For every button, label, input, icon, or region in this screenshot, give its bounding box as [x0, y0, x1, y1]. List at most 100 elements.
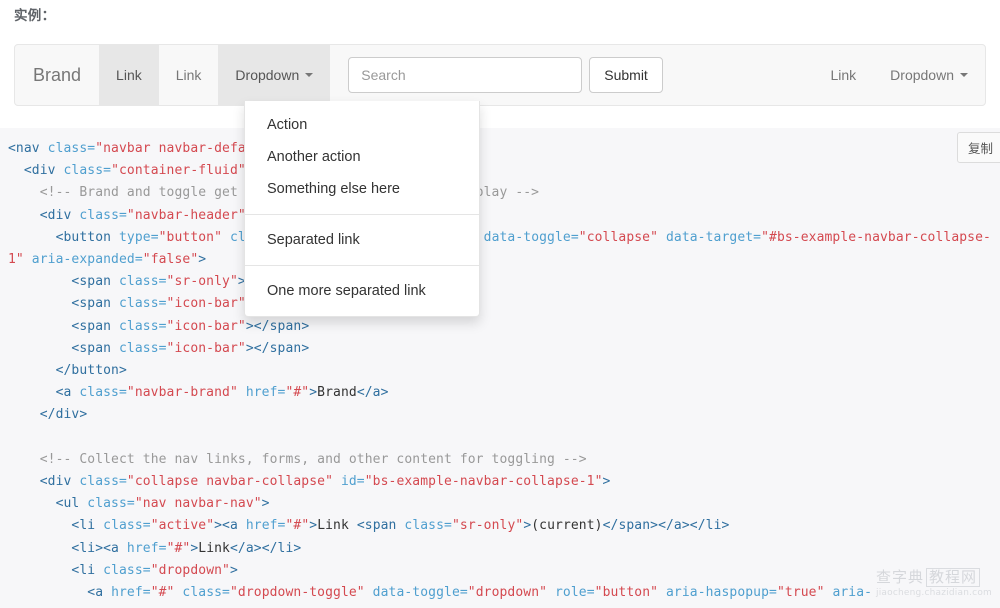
code-token: href= [127, 541, 167, 556]
code-token: <div [8, 208, 79, 223]
code-token: <!-- Collect the nav links, forms, and o… [8, 452, 587, 467]
dropdown-item-one-more-separated-link[interactable]: One more separated link [245, 275, 479, 307]
code-token: "navbar-brand" [127, 385, 238, 400]
code-token: ><a [214, 518, 246, 533]
search-input[interactable] [348, 57, 582, 93]
code-token: </div> [8, 407, 87, 422]
code-token: "icon-bar" [167, 341, 246, 356]
dropdown-divider [245, 265, 479, 266]
section-label: 实例： [14, 6, 55, 26]
navbar-link-2[interactable]: Link [159, 45, 219, 105]
code-token: </a></li> [230, 541, 301, 556]
code-token: <a [8, 585, 111, 600]
code-token: data-target= [658, 230, 761, 245]
code-token: class= [64, 163, 112, 178]
navbar-brand[interactable]: Brand [15, 45, 99, 105]
code-token: "collapse" [579, 230, 658, 245]
code-token: Link [317, 518, 357, 533]
navbar-right-dropdown-toggle[interactable]: Dropdown [873, 45, 985, 105]
code-token: "sr-only" [452, 518, 523, 533]
code-token: role= [547, 585, 595, 600]
code-token: </a> [357, 385, 389, 400]
code-token: "#" [285, 518, 309, 533]
dropdown-item-something-else-here[interactable]: Something else here [245, 173, 479, 205]
code-source: <nav class="navbar navbar-default"> <div… [0, 128, 1000, 608]
code-token: "dropdown-toggle" [230, 585, 365, 600]
code-token: <li [8, 518, 103, 533]
code-token: ></span> [246, 319, 309, 334]
code-token: href= [246, 518, 286, 533]
code-token: class= [79, 385, 127, 400]
code-token: href= [111, 585, 151, 600]
code-token: "true" [777, 585, 825, 600]
code-token: "active" [151, 518, 214, 533]
caret-down-icon [960, 73, 968, 77]
code-token: <span [8, 296, 119, 311]
code-token: (current) [531, 518, 602, 533]
code-token: type= [119, 230, 159, 245]
dropdown-divider [245, 214, 479, 215]
code-token: class= [103, 518, 151, 533]
dropdown-menu-open: Action Another action Something else her… [244, 101, 480, 317]
code-token: data-toggle= [365, 585, 468, 600]
code-token: "nav navbar-nav" [135, 496, 262, 511]
code-token: <div [8, 474, 79, 489]
code-token: "button" [595, 585, 658, 600]
submit-button[interactable]: Submit [589, 57, 663, 93]
code-token: "#" [167, 541, 191, 556]
code-token: "dropdown" [151, 563, 230, 578]
navbar-link-1[interactable]: Link [99, 45, 159, 105]
code-token: <div [8, 163, 64, 178]
dropdown-item-another-action[interactable]: Another action [245, 141, 479, 173]
code-token: </span></a></li> [603, 518, 730, 533]
code-token: "button" [159, 230, 222, 245]
code-token: href= [238, 385, 286, 400]
code-token: aria-expanded= [24, 252, 143, 267]
code-token: data-toggle= [476, 230, 579, 245]
navbar-dropdown-toggle[interactable]: Dropdown [218, 45, 330, 105]
code-token: "navbar-header" [127, 208, 246, 223]
code-block: 复制 <nav class="navbar navbar-default"> <… [0, 128, 1000, 608]
code-token: id= [333, 474, 365, 489]
code-token: > [309, 518, 317, 533]
code-token: "#" [285, 385, 309, 400]
code-token: <li><a [8, 541, 127, 556]
code-token: "#" [151, 585, 175, 600]
code-token: > [262, 496, 270, 511]
code-token: class= [119, 319, 167, 334]
code-token: Link [198, 541, 230, 556]
code-token: <span [8, 319, 119, 334]
code-token: "collapse navbar-collapse" [127, 474, 333, 489]
navbar-right-dropdown-label: Dropdown [890, 67, 954, 83]
code-token: "icon-bar" [167, 319, 246, 334]
code-token: class= [79, 474, 127, 489]
navbar-right-link-label: Link [830, 67, 856, 83]
code-token: class= [404, 518, 452, 533]
code-token: "container-fluid" [111, 163, 246, 178]
code-token: > [309, 385, 317, 400]
code-token: <nav [8, 141, 48, 156]
navbar-right-link[interactable]: Link [813, 45, 873, 105]
code-token: class= [119, 296, 167, 311]
navbar-right-group: Link Dropdown [813, 45, 985, 105]
code-token: class= [119, 341, 167, 356]
navbar-link-1-label: Link [116, 67, 142, 83]
navbar-preview: Brand Link Link Dropdown Submit Link Dro… [14, 44, 986, 106]
code-token: "sr-only" [167, 274, 238, 289]
code-token: aria-haspopup= [658, 585, 777, 600]
code-token: > [603, 474, 611, 489]
dropdown-item-action[interactable]: Action [245, 109, 479, 141]
code-token: "false" [143, 252, 199, 267]
code-token: <span [357, 518, 405, 533]
code-token: "bs-example-navbar-collapse-1" [365, 474, 603, 489]
navbar-dropdown-toggle-label: Dropdown [235, 67, 299, 83]
dropdown-item-separated-link[interactable]: Separated link [245, 224, 479, 256]
code-token: class= [119, 274, 167, 289]
caret-down-icon [305, 73, 313, 77]
code-token: Brand [317, 385, 357, 400]
code-token: "icon-bar" [167, 296, 246, 311]
copy-code-button[interactable]: 复制 [957, 132, 1000, 163]
navbar-link-2-label: Link [176, 67, 202, 83]
code-token: </button> [8, 363, 127, 378]
code-token: class= [48, 141, 96, 156]
